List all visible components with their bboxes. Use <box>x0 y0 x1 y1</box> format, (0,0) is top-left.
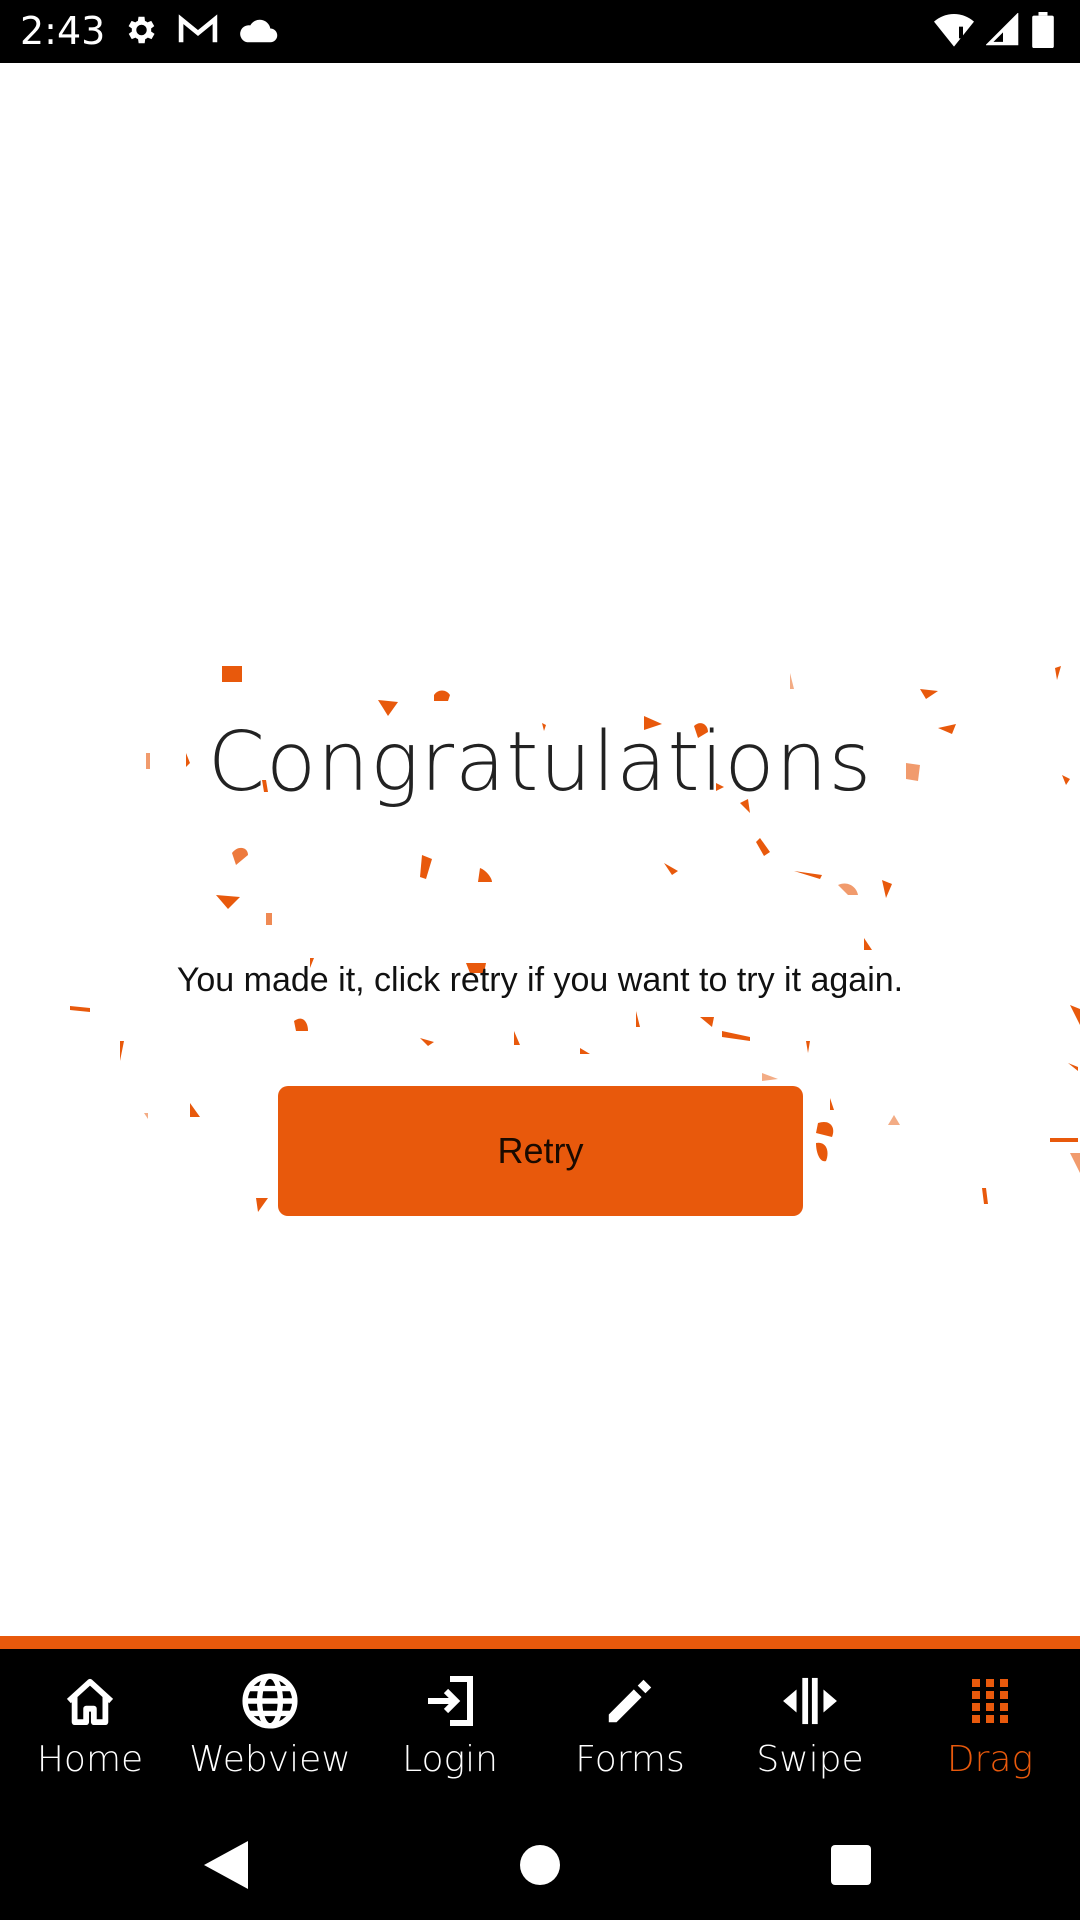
login-icon <box>420 1671 480 1731</box>
back-icon[interactable] <box>196 1835 256 1895</box>
confetti-decoration <box>70 666 1080 1212</box>
status-bar: 2:43 <box>0 0 1080 63</box>
tab-drag[interactable]: Drag <box>900 1649 1080 1805</box>
system-nav-bar <box>0 1805 1080 1920</box>
main-content: Congratulations You made it, click retry… <box>0 63 1080 1636</box>
bottom-tab-bar: Home Webview Login Forms Swipe Drag <box>0 1649 1080 1805</box>
wifi-icon <box>934 13 974 47</box>
retry-button[interactable]: Retry <box>278 1086 803 1216</box>
tab-label-forms: Forms <box>575 1739 685 1780</box>
tab-label-login: Login <box>402 1739 498 1780</box>
battery-icon <box>1032 12 1054 48</box>
cloud-icon <box>238 15 278 45</box>
status-time: 2:43 <box>20 9 106 53</box>
tab-bar-accent <box>0 1636 1080 1649</box>
globe-icon <box>240 1671 300 1731</box>
page-title: Congratulations <box>207 715 873 810</box>
tab-webview[interactable]: Webview <box>180 1649 360 1805</box>
tab-login[interactable]: Login <box>360 1649 540 1805</box>
swipe-icon <box>780 1671 840 1731</box>
settings-icon <box>122 12 158 48</box>
signal-icon <box>986 13 1020 47</box>
grid-icon <box>960 1671 1020 1731</box>
tab-home[interactable]: Home <box>0 1649 180 1805</box>
home-circle-icon[interactable] <box>510 1835 570 1895</box>
tab-label-home: Home <box>36 1739 144 1780</box>
gmail-icon <box>178 14 218 46</box>
tab-forms[interactable]: Forms <box>540 1649 720 1805</box>
retry-message: You made it, click retry if you want to … <box>176 961 904 999</box>
tab-label-webview: Webview <box>189 1739 351 1780</box>
pencil-icon <box>600 1671 660 1731</box>
home-icon <box>60 1671 120 1731</box>
tab-label-drag: Drag <box>946 1739 1034 1780</box>
recents-icon[interactable] <box>821 1835 881 1895</box>
tab-swipe[interactable]: Swipe <box>720 1649 900 1805</box>
tab-label-swipe: Swipe <box>756 1739 864 1780</box>
